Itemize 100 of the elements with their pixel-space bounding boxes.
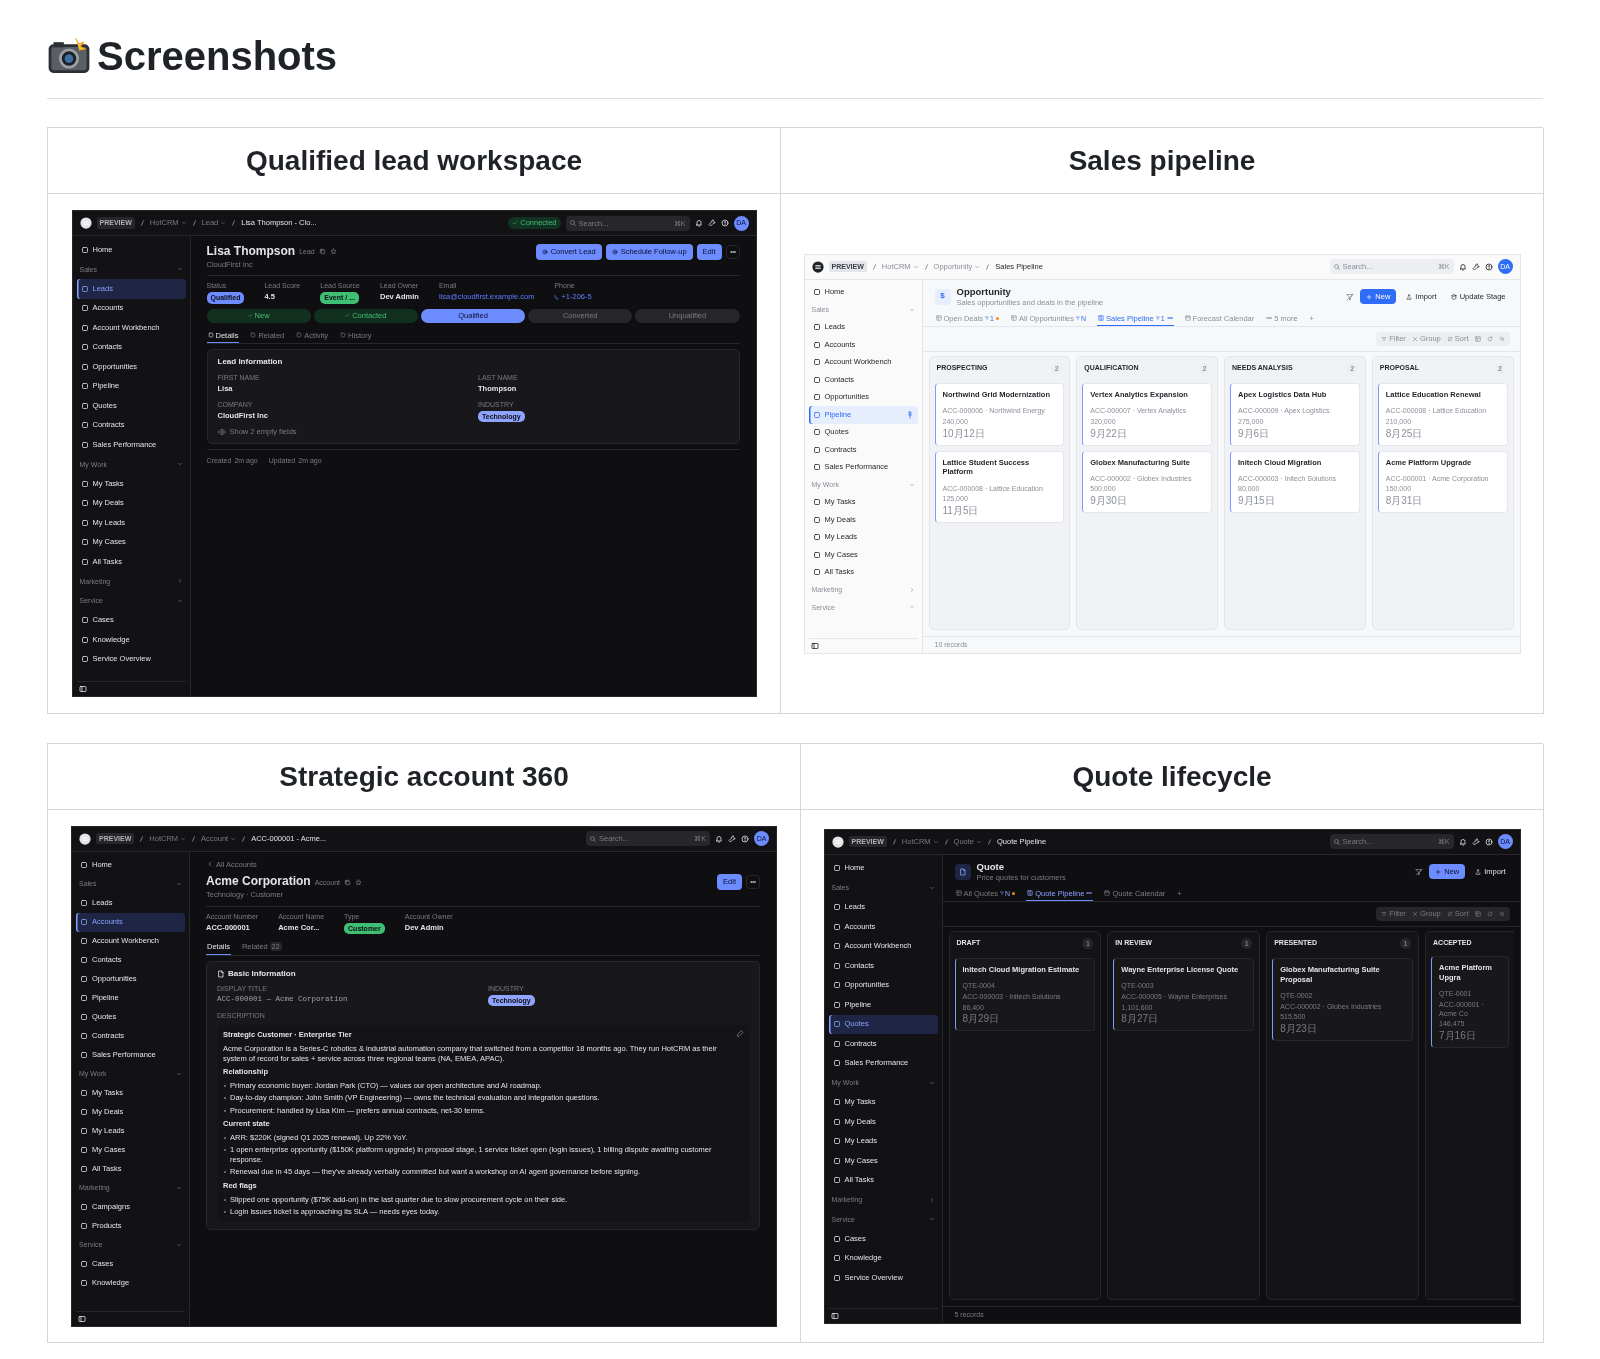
check-icon bbox=[345, 313, 351, 319]
copy-icon[interactable] bbox=[344, 878, 351, 886]
bell-icon[interactable] bbox=[1458, 262, 1467, 271]
chevron-right-icon[interactable] bbox=[176, 578, 183, 585]
chevron-down-icon[interactable] bbox=[928, 1216, 935, 1223]
chevron-down-icon[interactable] bbox=[176, 1185, 182, 1191]
date-text: 8月25日 bbox=[1385, 427, 1424, 439]
caret-icon bbox=[974, 263, 981, 270]
chevron-down-icon[interactable] bbox=[908, 306, 915, 313]
slash-icon bbox=[191, 219, 197, 227]
caret-icon bbox=[180, 835, 187, 842]
page-heading: Screenshots bbox=[97, 36, 338, 76]
chevron-down-icon[interactable] bbox=[176, 881, 182, 887]
chevron-right-icon[interactable] bbox=[908, 586, 915, 593]
refresh-icon[interactable] bbox=[1486, 911, 1493, 918]
caret-icon bbox=[230, 835, 237, 842]
date-text: 8月29日 bbox=[962, 1013, 1001, 1025]
camera-icon bbox=[47, 37, 91, 75]
upload-icon bbox=[1475, 868, 1482, 875]
date-text: 10月12日 bbox=[942, 427, 986, 439]
logo-icon[interactable] bbox=[811, 260, 824, 273]
plus-icon bbox=[1366, 293, 1373, 300]
caret-icon bbox=[180, 220, 187, 226]
tab-icon bbox=[207, 332, 214, 339]
pin-icon[interactable] bbox=[905, 410, 914, 419]
calendar-icon bbox=[1184, 315, 1191, 322]
check-icon bbox=[247, 313, 253, 319]
filter-off-icon[interactable] bbox=[1415, 867, 1424, 876]
record-title: Acme Corporation bbox=[206, 874, 311, 890]
refresh-icon[interactable] bbox=[1486, 336, 1493, 343]
phone-icon bbox=[554, 294, 560, 300]
chevron-down-icon[interactable] bbox=[176, 266, 183, 273]
more-button[interactable] bbox=[746, 875, 760, 890]
more-icon bbox=[1266, 315, 1273, 322]
search-icon[interactable] bbox=[1498, 336, 1505, 343]
tab-icon bbox=[296, 332, 303, 339]
logo-icon[interactable] bbox=[79, 832, 91, 845]
star-icon[interactable] bbox=[355, 878, 362, 886]
slash-icon bbox=[231, 219, 237, 227]
help-icon[interactable] bbox=[1484, 262, 1493, 271]
table-icon[interactable] bbox=[1474, 336, 1481, 343]
chevron-down-icon[interactable] bbox=[176, 1071, 182, 1077]
document-icon bbox=[954, 863, 971, 880]
logo-icon[interactable] bbox=[831, 835, 844, 848]
pencil-icon[interactable] bbox=[736, 1030, 744, 1039]
slash-icon bbox=[923, 262, 929, 271]
date-text: 9月15日 bbox=[1238, 494, 1276, 506]
caret-icon bbox=[220, 220, 227, 226]
table-header: Strategic account 360 bbox=[48, 744, 801, 810]
chevron-down-icon[interactable] bbox=[908, 481, 915, 488]
group-icon bbox=[1411, 911, 1418, 918]
chevron-down-icon[interactable] bbox=[176, 461, 183, 468]
table-icon bbox=[1027, 890, 1034, 897]
slash-icon bbox=[985, 262, 991, 271]
date-text: 8月31日 bbox=[1385, 494, 1424, 506]
chevron-down-icon[interactable] bbox=[928, 884, 935, 891]
more-icon bbox=[1086, 890, 1093, 897]
panel-toggle-icon[interactable] bbox=[810, 641, 819, 650]
table-icon[interactable] bbox=[1474, 911, 1481, 918]
table-icon bbox=[1011, 315, 1017, 322]
group-icon bbox=[1411, 336, 1418, 343]
action-icon bbox=[541, 248, 548, 255]
chevron-down-icon[interactable] bbox=[928, 1079, 935, 1086]
date-text: 8月27日 bbox=[1121, 1013, 1160, 1025]
slash-icon bbox=[943, 837, 949, 846]
search-icon bbox=[1332, 837, 1341, 846]
slash-icon bbox=[139, 834, 145, 843]
search-icon[interactable] bbox=[1498, 911, 1505, 918]
date-text: 11月5日 bbox=[942, 504, 980, 516]
slash-icon bbox=[987, 837, 992, 846]
calendar-icon bbox=[1104, 890, 1111, 897]
object-icon: $ bbox=[934, 288, 951, 305]
more-icon bbox=[729, 248, 736, 255]
copy-icon[interactable] bbox=[318, 248, 326, 256]
star-icon[interactable] bbox=[329, 248, 337, 256]
filter-icon bbox=[1381, 336, 1388, 343]
chevron-down-icon[interactable] bbox=[176, 597, 183, 604]
chevron-down-icon[interactable] bbox=[908, 604, 915, 611]
date-text: 7月16日 bbox=[1439, 1030, 1477, 1042]
sort-icon bbox=[1446, 336, 1453, 343]
chevron-down-icon[interactable] bbox=[176, 1242, 182, 1248]
more-button[interactable] bbox=[725, 244, 740, 259]
logo-icon[interactable] bbox=[79, 217, 92, 229]
search-icon bbox=[568, 219, 577, 227]
caret-icon bbox=[932, 838, 939, 845]
table-icon bbox=[1098, 315, 1105, 322]
plus-icon bbox=[1435, 868, 1442, 875]
unsaved-dot bbox=[996, 316, 999, 320]
table-icon bbox=[955, 890, 962, 897]
wrench-icon[interactable] bbox=[1471, 262, 1480, 271]
slash-icon bbox=[139, 219, 145, 227]
table-icon bbox=[935, 315, 942, 322]
date-text: 9月22日 bbox=[1090, 427, 1128, 439]
filter-icon bbox=[1381, 911, 1388, 918]
page-title: Opportunity bbox=[956, 285, 1012, 298]
search-icon bbox=[589, 834, 597, 843]
caret-icon bbox=[912, 263, 919, 270]
filter-off-icon[interactable] bbox=[1346, 292, 1355, 301]
chevron-right-icon[interactable] bbox=[928, 1196, 935, 1203]
slash-icon bbox=[191, 834, 197, 843]
